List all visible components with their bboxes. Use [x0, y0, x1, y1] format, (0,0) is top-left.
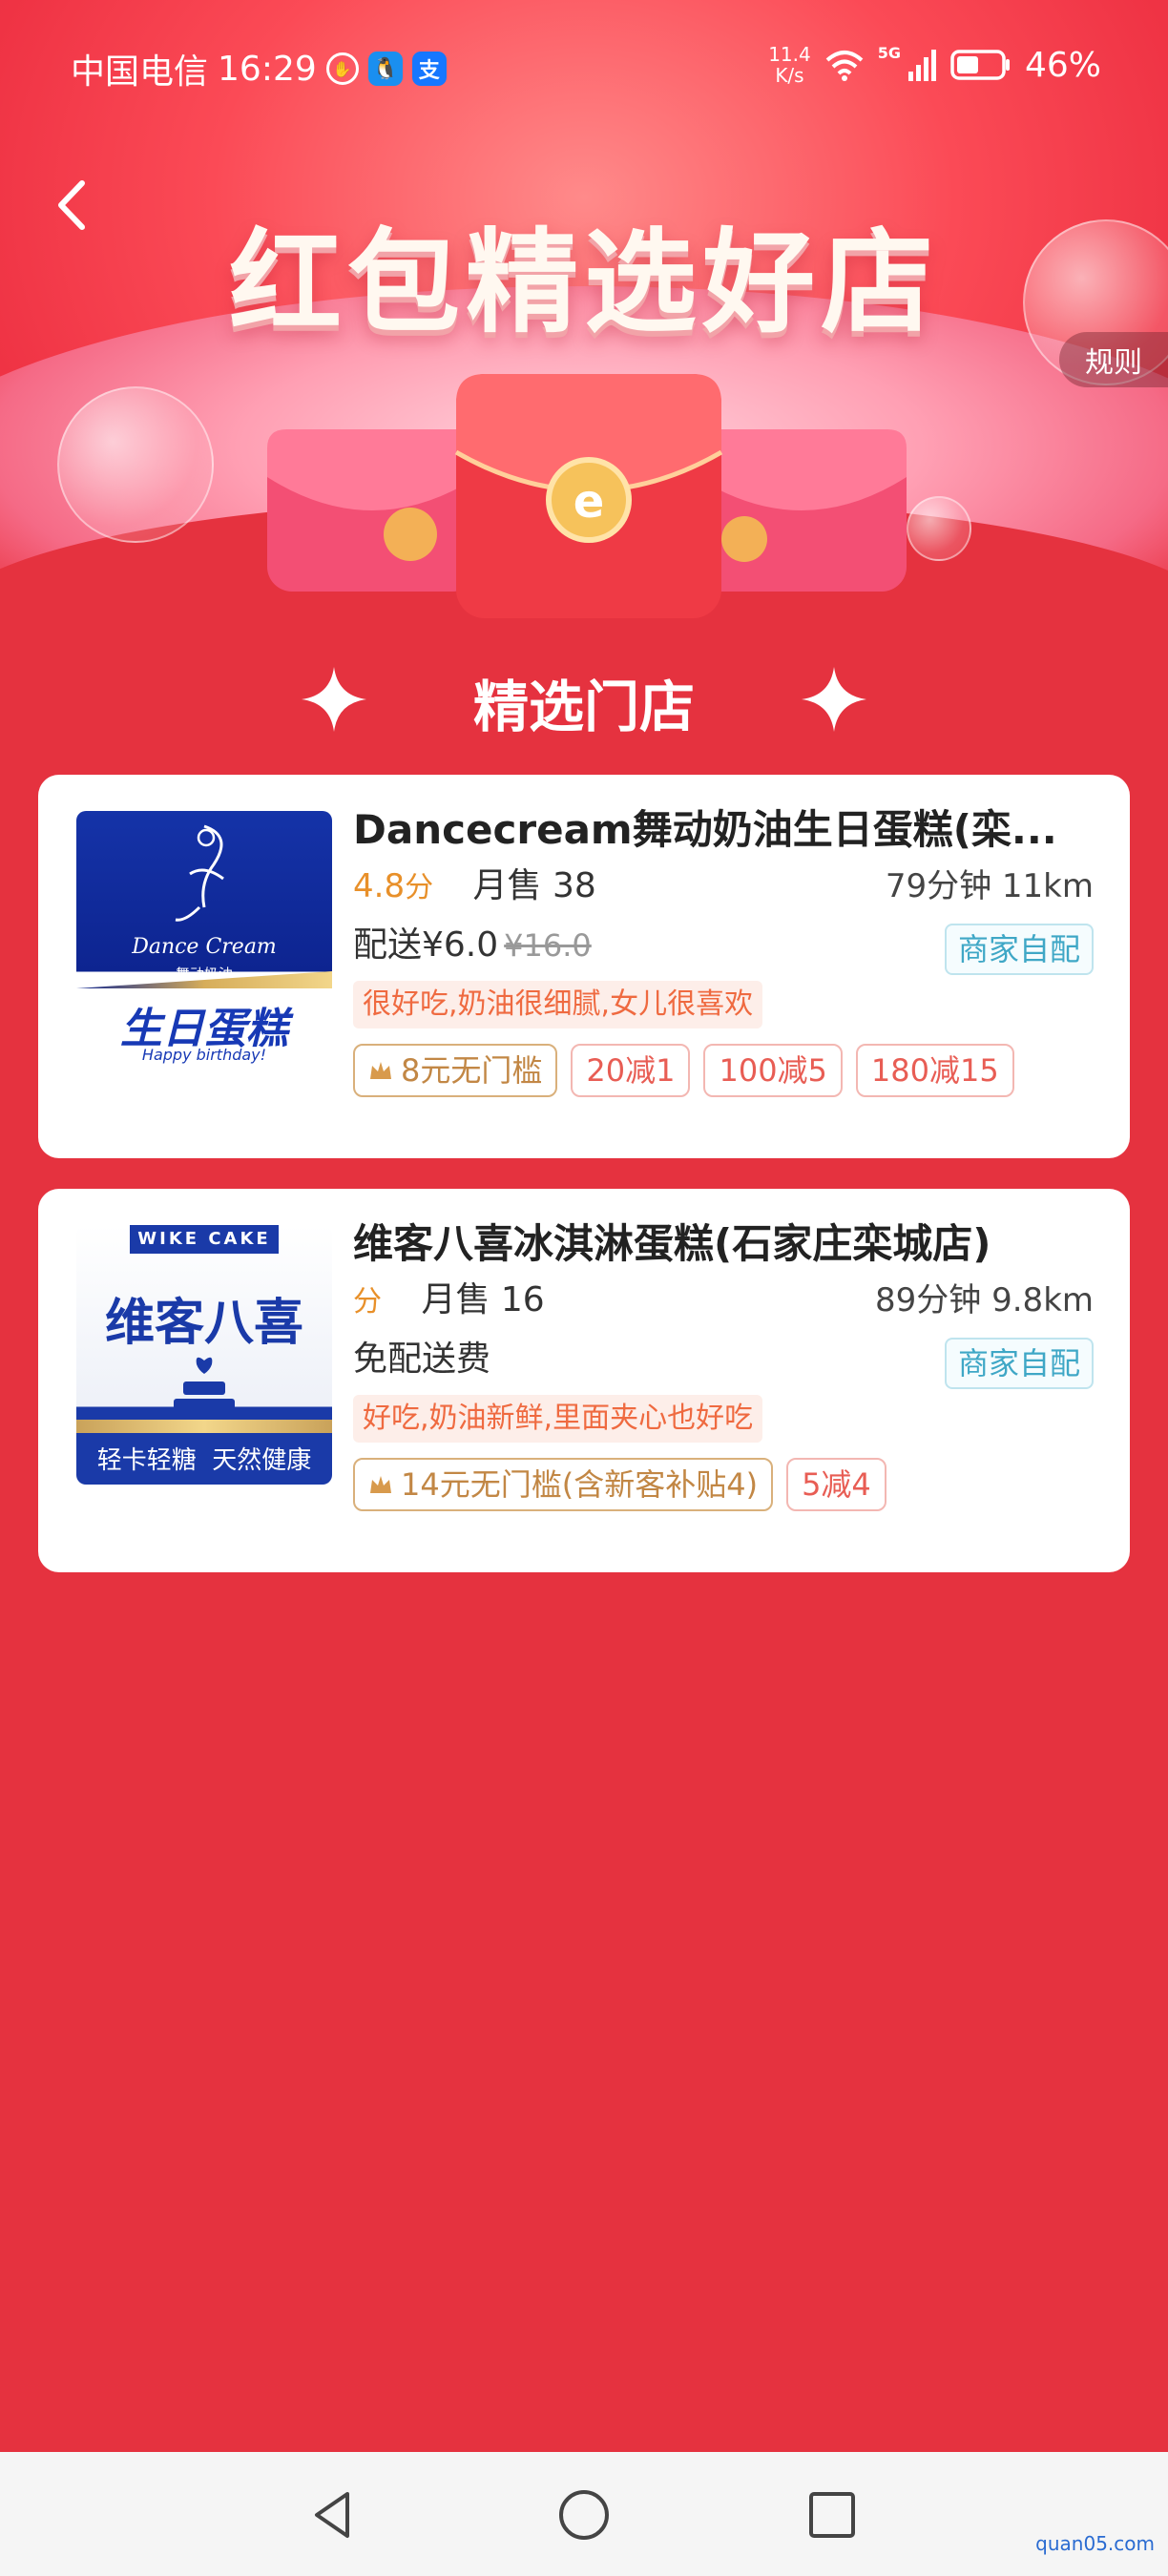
network-type: 5G	[877, 44, 901, 62]
shop-name[interactable]: 维客八喜冰淇淋蛋糕(石家庄栾城店)	[353, 1217, 1094, 1271]
coupon-tag-label: 8元无门槛	[401, 1052, 543, 1089]
delivery-fee: 配送¥6.0	[353, 925, 499, 965]
circle-home-icon[interactable]	[555, 2486, 613, 2544]
cake-icon	[168, 1357, 240, 1421]
signal-icon	[907, 50, 936, 81]
shop-name[interactable]: Dancecream舞动奶油生日蛋糕(栾...	[353, 803, 1094, 857]
coupon-tag[interactable]: 8元无门槛	[353, 1044, 558, 1097]
rating-unit: 分	[405, 871, 434, 904]
coupon-tag[interactable]: 14元无门槛(含新客补贴4)	[353, 1458, 774, 1511]
section-title: 精选门店	[472, 675, 695, 739]
shop-delivery-row: 配送¥6.0 ¥16.0 商家自配	[353, 916, 1094, 975]
delivery-fee: 免配送费	[353, 1340, 491, 1379]
discount-tag[interactable]: 100减5	[703, 1044, 843, 1097]
dancer-logo-icon	[175, 824, 224, 922]
rules-button[interactable]: 规则	[1059, 332, 1168, 387]
banner-hero: e 中国电信 16:29 ✋ 🐧 支 11.4 K/s 5G 46% 红包精选好…	[0, 0, 1168, 658]
crown-icon	[370, 1476, 391, 1493]
sparkle-right-icon	[802, 667, 866, 732]
monthly-sales: 月售 16	[421, 1280, 545, 1319]
thumb-slogan: 轻卡轻糖 天然健康	[96, 1446, 312, 1475]
discount-tag[interactable]: 180减15	[855, 1044, 1014, 1097]
thumb-gold-stripe	[76, 1420, 332, 1433]
discount-tag[interactable]: 20减1	[571, 1044, 691, 1097]
net-speed: 11.4 K/s	[768, 44, 811, 86]
system-nav-bar: quan05.com	[0, 2452, 1168, 2576]
delivery-mode-badge: 商家自配	[944, 924, 1094, 975]
shop-info: Dancecream舞动奶油生日蛋糕(栾... 4.8分 月售 38 79分钟 …	[353, 803, 1094, 1097]
crown-icon	[370, 1062, 391, 1079]
delivery-mode-badge: 商家自配	[944, 1338, 1094, 1389]
red-envelope-icon: e	[454, 374, 723, 618]
alipay-icon: 支	[411, 52, 447, 86]
wifi-icon	[825, 51, 864, 81]
shop-thumbnail: Dance Cream 舞动奶油 生日蛋糕 Happy birthday!	[76, 811, 332, 1070]
shop-meta-row: 4.8分 月售 38 79分钟 11km	[353, 857, 1094, 916]
thumb-subtitle: Happy birthday!	[141, 1046, 267, 1064]
review-snippet: 很好吃,奶油很细腻,女儿很喜欢	[353, 981, 763, 1028]
shop-meta-row: 分 月售 16 89分钟 9.8km	[353, 1271, 1094, 1330]
shop-rating: 4.8分	[353, 867, 433, 905]
shop-delivery-row: 免配送费 商家自配	[353, 1330, 1094, 1389]
status-bar: 中国电信 16:29 ✋ 🐧 支 11.4 K/s 5G 46%	[0, 0, 1168, 134]
bubble-small	[907, 496, 971, 561]
carrier-label: 中国电信	[71, 52, 209, 92]
review-snippet: 好吃,奶油新鲜,里面夹心也好吃	[353, 1395, 763, 1443]
triangle-back-icon[interactable]	[305, 2486, 363, 2544]
banner-title: 红包精选好店	[228, 217, 939, 348]
qq-icon: 🐧	[367, 52, 403, 86]
delivery-fee-original: ¥16.0	[504, 927, 592, 964]
net-speed-value: 11.4	[768, 43, 811, 66]
thumb-brand: Dance Cream	[132, 935, 277, 959]
shop-rating: 分	[353, 1281, 382, 1319]
shop-info: 维客八喜冰淇淋蛋糕(石家庄栾城店) 分 月售 16 89分钟 9.8km 免配送…	[353, 1217, 1094, 1511]
promo-tags: 8元无门槛 20减1 100减5 180减15	[353, 1044, 1094, 1097]
eta-distance: 79分钟 11km	[885, 867, 1094, 905]
thumb-brand-cn: 维客八喜	[104, 1295, 303, 1352]
battery-level: 46%	[1024, 45, 1101, 85]
svg-text:e: e	[574, 475, 605, 529]
bubble-left	[57, 386, 214, 543]
battery-icon	[950, 50, 1010, 80]
shop-card[interactable]: WIKE CAKE 维客八喜 轻卡轻糖 天然健康 维客八喜冰淇淋蛋糕(石家庄栾城…	[38, 1189, 1130, 1572]
thumb-brand: WIKE CAKE	[130, 1225, 279, 1254]
square-recent-icon[interactable]	[803, 2486, 861, 2544]
discount-tag[interactable]: 5减4	[786, 1458, 886, 1511]
eta-distance: 89分钟 9.8km	[875, 1281, 1094, 1319]
monthly-sales: 月售 38	[472, 866, 596, 905]
promo-tags: 14元无门槛(含新客补贴4) 5减4	[353, 1458, 1094, 1511]
net-speed-unit: K/s	[775, 64, 804, 87]
shop-card[interactable]: Dance Cream 舞动奶油 生日蛋糕 Happy birthday! Da…	[38, 775, 1130, 1158]
shield-hand-icon: ✋	[325, 52, 359, 85]
coupon-tag-label: 14元无门槛(含新客补贴4)	[401, 1466, 759, 1503]
rating-value: 4.8	[353, 867, 406, 905]
rating-unit: 分	[353, 1285, 382, 1319]
shop-thumbnail: WIKE CAKE 维客八喜 轻卡轻糖 天然健康	[76, 1225, 332, 1485]
clock: 16:29	[218, 49, 317, 89]
watermark: quan05.com	[1035, 2532, 1155, 2555]
